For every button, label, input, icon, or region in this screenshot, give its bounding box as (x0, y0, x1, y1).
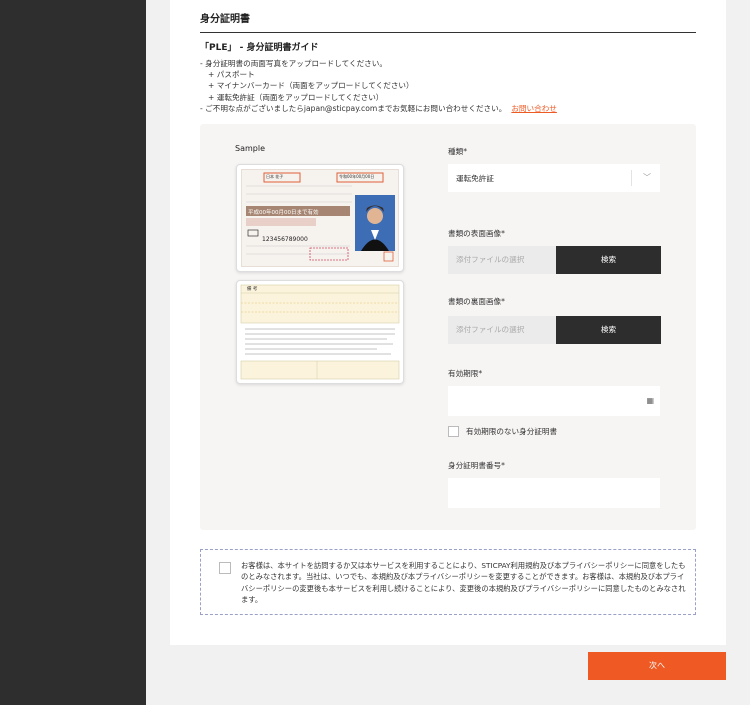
contact-link[interactable]: お問い合わせ (511, 104, 557, 113)
id-number-input[interactable] (448, 478, 660, 508)
contact-text: - ご不明な点がございましたらjapan@sticpay.comまでお気軽にお問… (200, 103, 507, 113)
section-divider (200, 32, 696, 33)
back-file-input[interactable]: 添付ファイルの選択 (448, 316, 556, 344)
back-image-label: 書類の裏面画像* (448, 297, 505, 306)
guide-line: - 身分証明書の両面写真をアップロードしてください。 (200, 59, 387, 68)
terms-checkbox[interactable] (219, 562, 231, 574)
no-expiry-label: 有効期限のない身分証明書 (466, 427, 558, 436)
main-content: 身分証明書 「PLE」 - 身分証明書ガイド - 身分証明書の両面写真をアップロ… (146, 0, 750, 705)
guide-line: + 運転免許証（両面をアップロードしてください） (208, 92, 384, 102)
document-type-select[interactable]: 運転免許証 ﹀ (448, 164, 660, 192)
id-number-label: 身分証明書番号* (448, 461, 505, 470)
sample-name-box: 日本 花子 (266, 174, 284, 179)
front-image-label: 書類の表面画像* (448, 229, 505, 238)
calendar-icon[interactable]: ▦ (646, 396, 654, 405)
guide-text: - 身分証明書の両面写真をアップロードしてください。 + パスポート + マイナ… (200, 58, 557, 114)
back-browse-button[interactable]: 検索 (556, 316, 661, 344)
guide-line: + パスポート (208, 70, 255, 80)
guide-contact-line: - ご不明な点がございましたらjapan@sticpay.comまでお気軽にお問… (200, 103, 557, 114)
identity-card-panel: 身分証明書 「PLE」 - 身分証明書ガイド - 身分証明書の両面写真をアップロ… (170, 0, 726, 645)
license-front-illustration (246, 172, 395, 262)
chevron-down-icon: ﹀ (643, 173, 651, 182)
front-image-upload: 添付ファイルの選択 検索 (448, 246, 661, 274)
terms-text: お客様は、本サイトを訪問するか又は本サービスを利用することにより、STICPAY… (241, 561, 686, 604)
guide-title: 「PLE」 - 身分証明書ガイド (200, 43, 319, 53)
document-type-value: 運転免許証 (456, 174, 494, 183)
no-expiry-checkbox[interactable] (448, 426, 459, 437)
type-label: 種類* (448, 147, 467, 156)
section-title: 身分証明書 (200, 14, 250, 25)
sample-license-number: 123456789000 (262, 236, 308, 243)
sample-validity-banner: 平成00年00月00日まで有効 (248, 210, 319, 216)
expiry-label: 有効期限* (448, 369, 483, 378)
guide-line: + マイナンバーカード（両面をアップロードしてください） (208, 81, 414, 91)
sample-license-front: 日本 花子 令和00年00月00日 平成00年00月00日まで有効 123456… (236, 164, 404, 272)
terms-agreement-box: お客様は、本サイトを訪問するか又は本サービスを利用することにより、STICPAY… (200, 549, 696, 615)
document-form: Sample 日本 花子 令和00年00月00日 平成00年00月00日まで有効… (200, 124, 696, 530)
expiry-date-input[interactable]: ▦ (448, 386, 660, 416)
sample-back-header: 備 考 (247, 287, 258, 292)
sample-label: Sample (235, 144, 265, 153)
sidebar (0, 0, 146, 705)
license-back-illustration (240, 284, 400, 380)
next-button[interactable]: 次へ (588, 652, 726, 680)
sample-license-back: 備 考 (236, 280, 404, 384)
front-browse-button[interactable]: 検索 (556, 246, 661, 274)
sample-date-box: 令和00年00月00日 (339, 174, 375, 179)
front-file-input[interactable]: 添付ファイルの選択 (448, 246, 556, 274)
back-image-upload: 添付ファイルの選択 検索 (448, 316, 661, 344)
